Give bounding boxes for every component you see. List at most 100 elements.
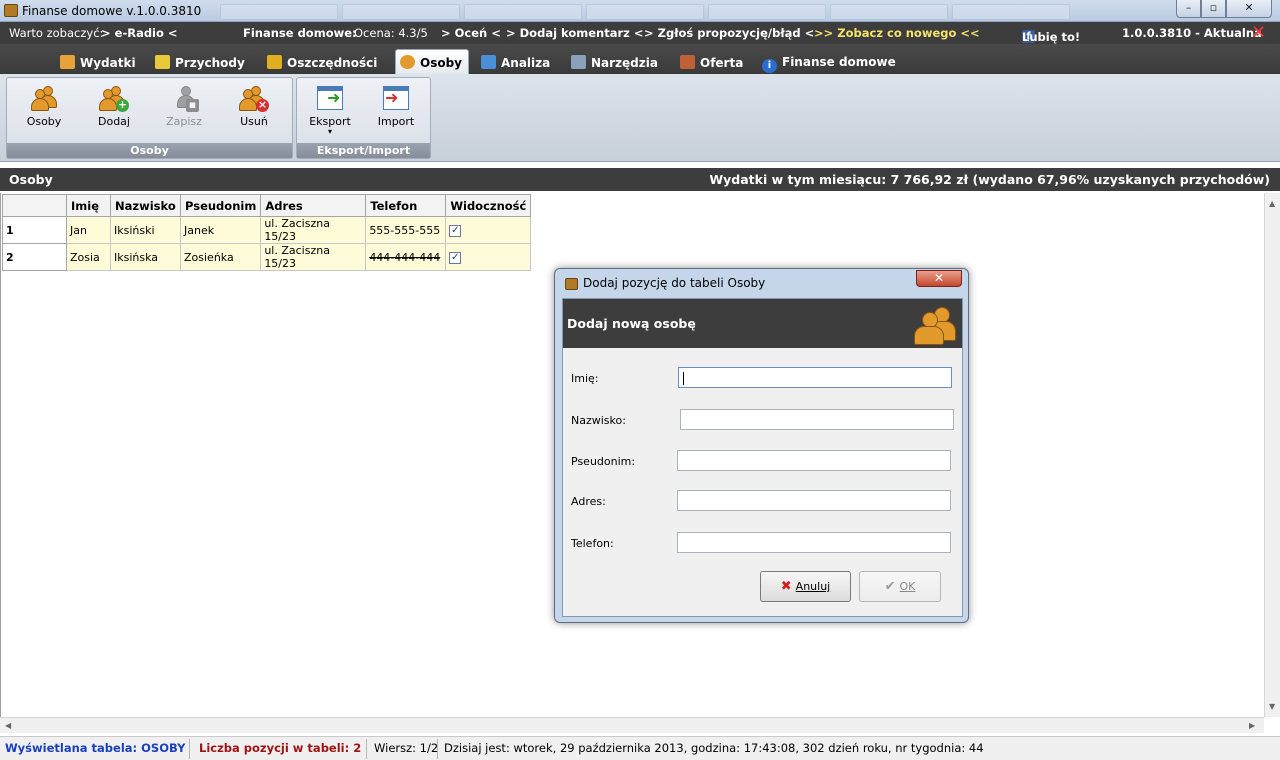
- tab-label: Przychody: [175, 56, 245, 70]
- pseudonim-input[interactable]: [677, 450, 951, 471]
- nazwisko-label: Nazwisko:: [571, 414, 626, 427]
- telefon-label: Telefon:: [571, 537, 614, 550]
- tab-wydatki[interactable]: Wydatki: [56, 50, 142, 74]
- column-header-widocznosc[interactable]: Widoczność: [445, 194, 532, 217]
- cell-telefon[interactable]: 555-555-555: [365, 216, 447, 244]
- export-icon: ➜: [315, 84, 345, 112]
- minimize-button[interactable]: –: [1176, 0, 1201, 18]
- scroll-left-icon[interactable]: ◀: [5, 721, 11, 730]
- cell-widocznosc[interactable]: ✓: [445, 243, 532, 271]
- cell-nazwisko[interactable]: Iksińska: [110, 243, 181, 271]
- column-header-telefon[interactable]: Telefon: [365, 194, 447, 217]
- row-number[interactable]: 1: [2, 216, 67, 244]
- field-row-adres: Adres:: [563, 490, 962, 514]
- save-button[interactable]: ▪ Zapisz: [159, 84, 209, 134]
- cell-imie[interactable]: Jan: [66, 216, 111, 244]
- cell-pseudonim[interactable]: Zosieńka: [179, 243, 262, 271]
- dialog-title: Dodaj pozycję do tabeli Osoby: [583, 276, 766, 290]
- tab-analiza[interactable]: Analiza: [477, 50, 556, 74]
- cell-telefon[interactable]: 444-444-444: [365, 243, 447, 271]
- tab-label: Wydatki: [80, 56, 136, 70]
- telefon-input[interactable]: [677, 532, 951, 553]
- imie-input[interactable]: [678, 367, 952, 388]
- table-row[interactable]: 1 Jan Iksiński Janek ul. Zaciszna 15/23 …: [2, 216, 532, 244]
- background-tabs: [220, 4, 1070, 20]
- add-person-icon: +: [99, 84, 129, 112]
- field-row-nazwisko: Nazwisko:: [563, 409, 962, 433]
- cancel-label: Anuluj: [795, 580, 831, 593]
- close-app-icon[interactable]: ✕: [1251, 24, 1266, 42]
- row-number[interactable]: 2: [2, 243, 67, 271]
- table-row[interactable]: 2 Zosia Iksińska Zosieńka ul. Zaciszna 1…: [2, 243, 532, 271]
- ribbon-group-export-import: ➜ Eksport ▾ ➜ Import Eksport/Import: [296, 77, 431, 159]
- tab-label: Oszczędności: [287, 56, 378, 70]
- eradio-link[interactable]: > e-Radio <: [101, 26, 178, 40]
- column-header-imie[interactable]: Imię: [66, 194, 111, 217]
- section-title: Osoby: [9, 172, 53, 187]
- maximize-button[interactable]: ▫: [1201, 0, 1226, 18]
- people-icon: [29, 84, 59, 112]
- status-bar: Wyświetlana tabela: OSOBY Liczba pozycji…: [0, 736, 1280, 760]
- dialog-close-button[interactable]: ✕: [916, 270, 962, 287]
- report-link[interactable]: > Zgłoś propozycję/błąd <: [644, 26, 814, 40]
- field-row-pseudonim: Pseudonim:: [563, 450, 962, 474]
- delete-label: Usuń: [240, 115, 268, 128]
- export-dropdown-icon[interactable]: ▾: [305, 128, 355, 136]
- ribbon-group-osoby: Osoby + Dodaj ▪ Zapisz × Usuń Osoby: [6, 77, 293, 159]
- cell-imie[interactable]: Zosia: [66, 243, 111, 271]
- delete-person-button[interactable]: × Usuń: [229, 84, 279, 134]
- tab-oszczednosci[interactable]: Oszczędności: [263, 50, 383, 74]
- import-button[interactable]: ➜ Import: [371, 84, 421, 134]
- cell-adres[interactable]: ul. Zaciszna 15/23: [260, 243, 367, 271]
- export-button[interactable]: ➜ Eksport ▾: [305, 84, 355, 136]
- tab-label: Finanse domowe: [782, 55, 896, 69]
- vertical-scrollbar[interactable]: ▲ ▼: [1264, 193, 1280, 717]
- column-header-rownum[interactable]: [2, 194, 67, 217]
- add-comment-link[interactable]: > Dodaj komentarz <: [506, 26, 644, 40]
- add-person-button[interactable]: + Dodaj: [89, 84, 139, 134]
- whats-new-link[interactable]: >> Zobacz co nowego <<: [814, 26, 980, 40]
- tab-osoby[interactable]: Osoby: [395, 49, 469, 74]
- field-row-imie: Imię:: [563, 367, 962, 391]
- nazwisko-input[interactable]: [680, 409, 954, 430]
- background-tab: [342, 4, 460, 20]
- dialog-header: Dodaj nową osobę: [563, 299, 962, 348]
- tab-oferta[interactable]: Oferta: [676, 50, 749, 74]
- savings-icon: [267, 55, 282, 69]
- add-label: Dodaj: [98, 115, 130, 128]
- status-divider: [189, 739, 190, 759]
- rate-link[interactable]: > Oceń <: [441, 26, 501, 40]
- osoby-button[interactable]: Osoby: [19, 84, 69, 134]
- visibility-checkbox[interactable]: ✓: [449, 225, 462, 237]
- visibility-checkbox[interactable]: ✓: [449, 252, 462, 264]
- cancel-button[interactable]: ✖ Anuluj: [760, 571, 851, 602]
- scroll-up-icon[interactable]: ▲: [1269, 199, 1275, 208]
- save-label: Zapisz: [166, 115, 202, 128]
- add-person-dialog: Dodaj pozycję do tabeli Osoby ✕ Dodaj no…: [554, 268, 969, 623]
- column-header-nazwisko[interactable]: Nazwisko: [110, 194, 181, 217]
- cell-adres[interactable]: ul. Zaciszna 15/23: [260, 216, 367, 244]
- tab-label: Osoby: [420, 56, 462, 70]
- column-header-adres[interactable]: Adres: [260, 194, 367, 217]
- background-tab: [952, 4, 1070, 20]
- people-table: Imię Nazwisko Pseudonim Adres Telefon Wi…: [2, 194, 532, 271]
- tab-finanse-domowe[interactable]: i Finanse domowe: [758, 50, 902, 74]
- cell-nazwisko[interactable]: Iksiński: [110, 216, 181, 244]
- import-icon: ➜: [381, 84, 411, 112]
- tab-przychody[interactable]: Przychody: [151, 50, 251, 74]
- tab-narzedzia[interactable]: Narzędzia: [567, 50, 664, 74]
- cell-widocznosc[interactable]: ✓: [445, 216, 532, 244]
- column-header-pseudonim[interactable]: Pseudonim: [179, 194, 262, 217]
- status-divider: [437, 739, 438, 759]
- cancel-icon: ✖: [780, 579, 792, 594]
- background-tab: [586, 4, 704, 20]
- scroll-down-icon[interactable]: ▼: [1269, 702, 1275, 711]
- window-titlebar: Finanse domowe v.1.0.0.3810 – ▫ ✕: [0, 0, 1280, 22]
- cell-pseudonim[interactable]: Janek: [179, 216, 262, 244]
- import-label: Import: [377, 115, 415, 128]
- window-close-button[interactable]: ✕: [1226, 0, 1272, 18]
- horizontal-scrollbar[interactable]: ◀ ▶: [0, 717, 1264, 733]
- ok-button[interactable]: ✔ OK: [859, 571, 941, 602]
- adres-input[interactable]: [677, 490, 951, 511]
- scroll-right-icon[interactable]: ▶: [1249, 721, 1255, 730]
